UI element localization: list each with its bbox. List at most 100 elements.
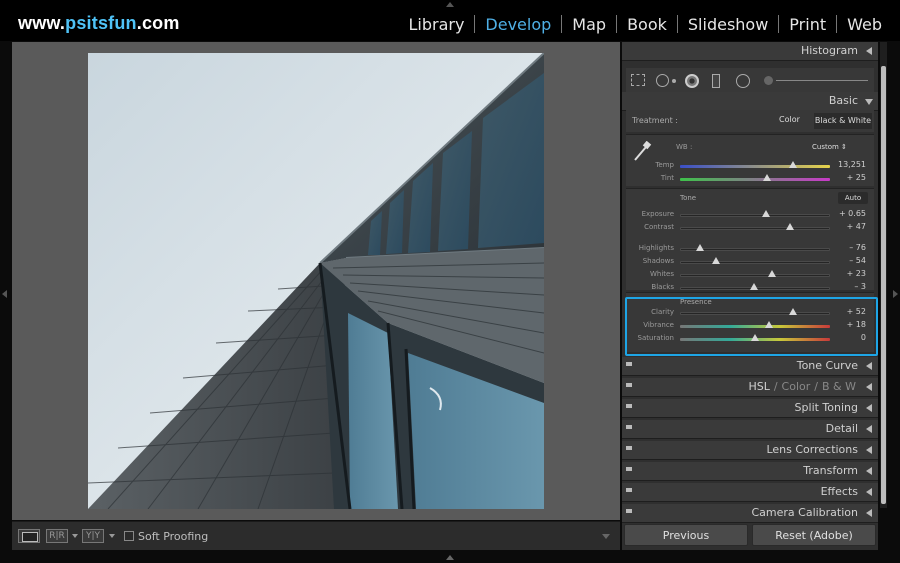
vibrance-label: Vibrance	[643, 321, 674, 329]
whites-value[interactable]: + 23	[830, 269, 866, 278]
detail-title: Detail	[825, 422, 858, 435]
hsl-panel-header[interactable]: HSL / Color / B & W	[622, 378, 878, 397]
histogram-panel-header[interactable]: Histogram	[622, 42, 878, 61]
red-eye-icon[interactable]	[685, 74, 699, 88]
shadows-slider-thumb[interactable]	[712, 257, 720, 264]
wb-select[interactable]: Custom ⇕	[812, 143, 847, 151]
soft-proofing-label: Soft Proofing	[138, 530, 209, 543]
spot-removal-dot-icon	[672, 79, 676, 83]
hsl-part[interactable]: Color	[782, 380, 811, 393]
vibrance-slider-thumb[interactable]	[764, 321, 773, 328]
previous-button[interactable]: Previous	[624, 524, 748, 546]
shadows-slider[interactable]	[680, 261, 830, 264]
vibrance-slider[interactable]	[680, 325, 830, 328]
temp-slider[interactable]	[680, 165, 830, 168]
photo-preview[interactable]	[88, 53, 544, 509]
treatment-bw-button[interactable]: Black & White	[814, 113, 872, 129]
radial-filter-icon[interactable]	[736, 74, 750, 88]
presence-label: Presence	[680, 298, 712, 306]
temp-slider-thumb[interactable]	[788, 161, 797, 168]
effects-panel-header[interactable]: Effects	[622, 483, 878, 502]
tone-label: Tone	[680, 194, 697, 202]
contrast-value[interactable]: + 47	[830, 222, 866, 231]
soft-proofing-checkbox[interactable]	[124, 531, 134, 541]
shadows-value[interactable]: – 54	[830, 256, 866, 265]
collapse-left-icon	[866, 488, 872, 496]
toolbar-menu-chevron-icon[interactable]	[602, 534, 610, 539]
filmstrip-toggle-icon[interactable]	[446, 555, 454, 560]
tint-slider[interactable]	[680, 178, 830, 181]
module-print[interactable]: Print	[779, 15, 836, 34]
tool-slider-track	[776, 80, 868, 81]
panel-switch-icon[interactable]	[626, 404, 632, 408]
panel-switch-icon[interactable]	[626, 467, 632, 471]
vibrance-value[interactable]: + 18	[830, 320, 866, 329]
collapse-left-icon	[866, 404, 872, 412]
hsl-part[interactable]: B & W	[822, 380, 856, 393]
adjustment-brush-icon[interactable]	[764, 76, 773, 85]
blacks-value[interactable]: – 3	[830, 282, 866, 291]
auto-tone-button[interactable]: Auto	[838, 192, 868, 204]
chevron-down-icon[interactable]	[72, 534, 78, 538]
hsl-part[interactable]: HSL	[748, 380, 769, 393]
whites-slider[interactable]	[680, 274, 830, 277]
reset-adobe-button[interactable]: Reset (Adobe)	[752, 524, 876, 546]
panel-switch-icon[interactable]	[626, 446, 632, 450]
tone-curve-panel-header[interactable]: Tone Curve	[622, 357, 878, 376]
exposure-slider[interactable]	[680, 214, 830, 217]
blacks-slider-thumb[interactable]	[749, 283, 758, 290]
panel-scrollbar-thumb[interactable]	[881, 66, 886, 504]
exposure-slider-thumb[interactable]	[761, 210, 770, 217]
loupe-view-button[interactable]	[18, 529, 40, 543]
module-library[interactable]: Library	[398, 15, 474, 34]
lens-corrections-title: Lens Corrections	[766, 443, 858, 456]
bottom-toolbar: R|R Y|Y Soft Proofing	[12, 521, 620, 550]
hsl-part: /	[773, 380, 778, 393]
image-workspace[interactable]	[12, 42, 620, 520]
before-after-split-button[interactable]: Y|Y	[82, 529, 104, 543]
split-toning-panel-header[interactable]: Split Toning	[622, 399, 878, 418]
whites-slider-thumb[interactable]	[767, 270, 776, 277]
right-panel-toggle-icon[interactable]	[893, 290, 898, 298]
saturation-value[interactable]: 0	[830, 333, 866, 342]
collapse-left-icon	[866, 425, 872, 433]
panel-switch-icon[interactable]	[626, 383, 632, 387]
module-develop[interactable]: Develop	[475, 15, 561, 34]
clarity-slider-thumb[interactable]	[788, 308, 797, 315]
tint-slider-thumb[interactable]	[763, 174, 771, 181]
panel-switch-icon[interactable]	[626, 362, 632, 366]
exposure-value[interactable]: + 0.65	[830, 209, 866, 218]
transform-panel-header[interactable]: Transform	[622, 462, 878, 481]
left-panel-toggle-icon[interactable]	[2, 290, 7, 298]
basic-panel-header[interactable]: Basic	[622, 92, 878, 111]
spot-removal-icon[interactable]	[656, 74, 669, 87]
panel-switch-icon[interactable]	[626, 488, 632, 492]
lens-corrections-panel-header[interactable]: Lens Corrections	[622, 441, 878, 460]
panel-switch-icon[interactable]	[626, 425, 632, 429]
module-book[interactable]: Book	[617, 15, 677, 34]
highlights-slider-thumb[interactable]	[695, 244, 704, 251]
module-slideshow[interactable]: Slideshow	[678, 15, 778, 34]
treatment-row: Treatment : Color Black & White	[626, 110, 874, 132]
clarity-value[interactable]: + 52	[830, 307, 866, 316]
graduated-filter-icon[interactable]	[712, 74, 720, 88]
treatment-color-button[interactable]: Color	[779, 115, 800, 124]
tint-value[interactable]: + 25	[830, 173, 866, 182]
detail-panel-header[interactable]: Detail	[622, 420, 878, 439]
saturation-slider-thumb[interactable]	[751, 334, 759, 341]
contrast-slider-thumb[interactable]	[785, 223, 794, 230]
contrast-slider[interactable]	[680, 227, 830, 230]
module-web[interactable]: Web	[837, 15, 892, 34]
temp-value[interactable]: 13,251	[830, 160, 866, 169]
panel-switch-icon[interactable]	[626, 509, 632, 513]
highlights-value[interactable]: – 76	[830, 243, 866, 252]
clarity-slider[interactable]	[680, 312, 830, 315]
camera-calibration-panel-header[interactable]: Camera Calibration	[622, 504, 878, 523]
chevron-down-icon[interactable]	[109, 534, 115, 538]
crop-icon[interactable]	[631, 74, 645, 86]
before-after-button[interactable]: R|R	[46, 529, 68, 543]
clarity-label: Clarity	[651, 308, 674, 316]
eyedropper-icon[interactable]	[632, 141, 652, 163]
top-panel-toggle-icon[interactable]	[446, 2, 454, 7]
module-map[interactable]: Map	[562, 15, 616, 34]
